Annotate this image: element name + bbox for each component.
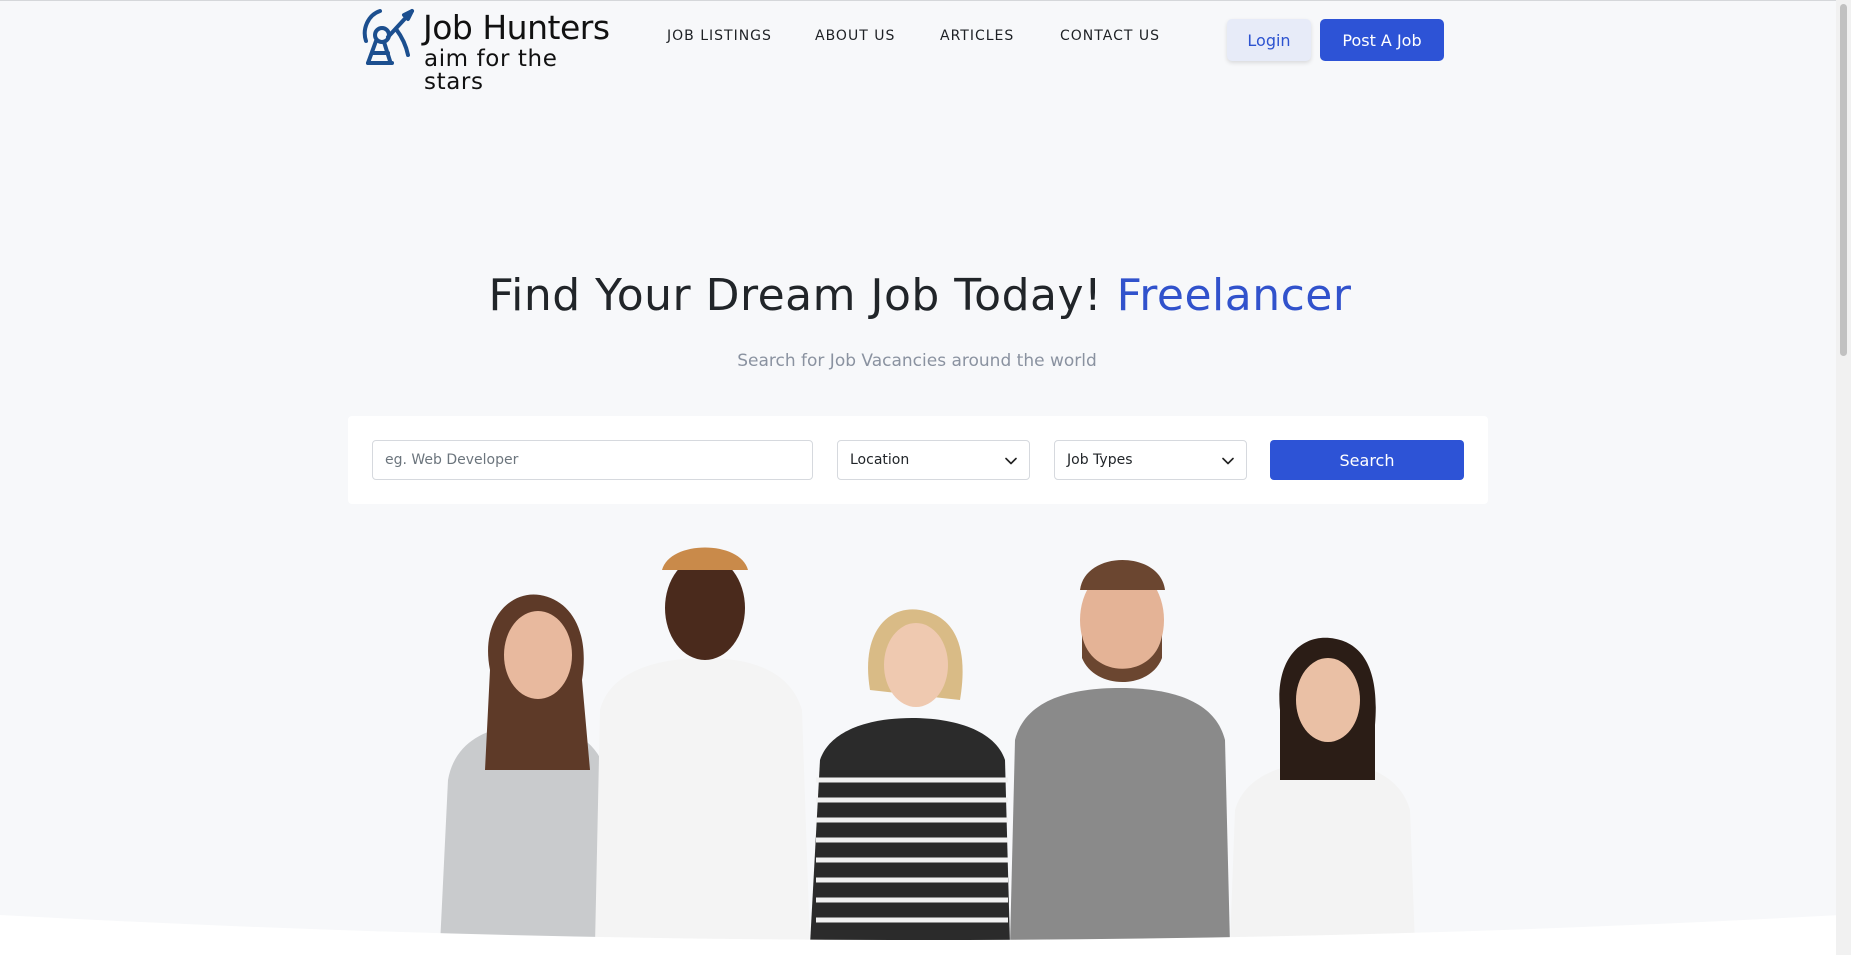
person-figure [1010,560,1230,945]
rocket-astronaut-icon [362,9,414,65]
chevron-down-icon [1005,457,1017,465]
nav-item-articles[interactable]: ARTICLES [940,28,1014,44]
person-figure [810,609,1010,945]
brand-tagline: aim for the stars [424,46,558,95]
page-scrollbar[interactable] [1836,0,1851,955]
job-types-select[interactable]: Job Types [1054,440,1247,480]
page: Job Hunters aim for the stars JOB LISTIN… [0,0,1851,955]
location-select[interactable]: Location [837,440,1030,480]
bottom-wave-divider [0,915,1840,955]
hero-title-accent: Freelancer [1116,270,1352,321]
nav-item-about-us[interactable]: ABOUT US [815,28,895,44]
brand-name: Job Hunters [423,8,610,47]
person-figure [595,547,810,945]
group-of-smiling-people-image [440,547,1415,945]
site-header: Job Hunters aim for the stars JOB LISTIN… [0,0,1840,94]
search-button[interactable]: Search [1270,440,1464,480]
person-figure [1230,637,1415,945]
post-job-button[interactable]: Post A Job [1320,19,1444,61]
person-figure [440,594,615,945]
hero-subtitle: Search for Job Vacancies around the worl… [737,351,1097,371]
job-types-select-label: Job Types [1067,452,1133,468]
chevron-down-icon [1222,457,1234,465]
job-search-input[interactable] [372,440,813,480]
scrollbar-thumb[interactable] [1840,4,1847,356]
login-button[interactable]: Login [1227,19,1311,61]
hero-title: Find Your Dream Job Today! Freelancer [0,270,1840,321]
nav-item-job-listings[interactable]: JOB LISTINGS [667,28,772,44]
nav-item-contact-us[interactable]: CONTACT US [1060,28,1160,44]
location-select-label: Location [850,452,910,468]
brand-logo[interactable]: Job Hunters aim for the stars [358,5,618,94]
hero-title-main: Find Your Dream Job Today! [488,270,1103,321]
search-panel: Location Job Types Search [348,416,1488,504]
